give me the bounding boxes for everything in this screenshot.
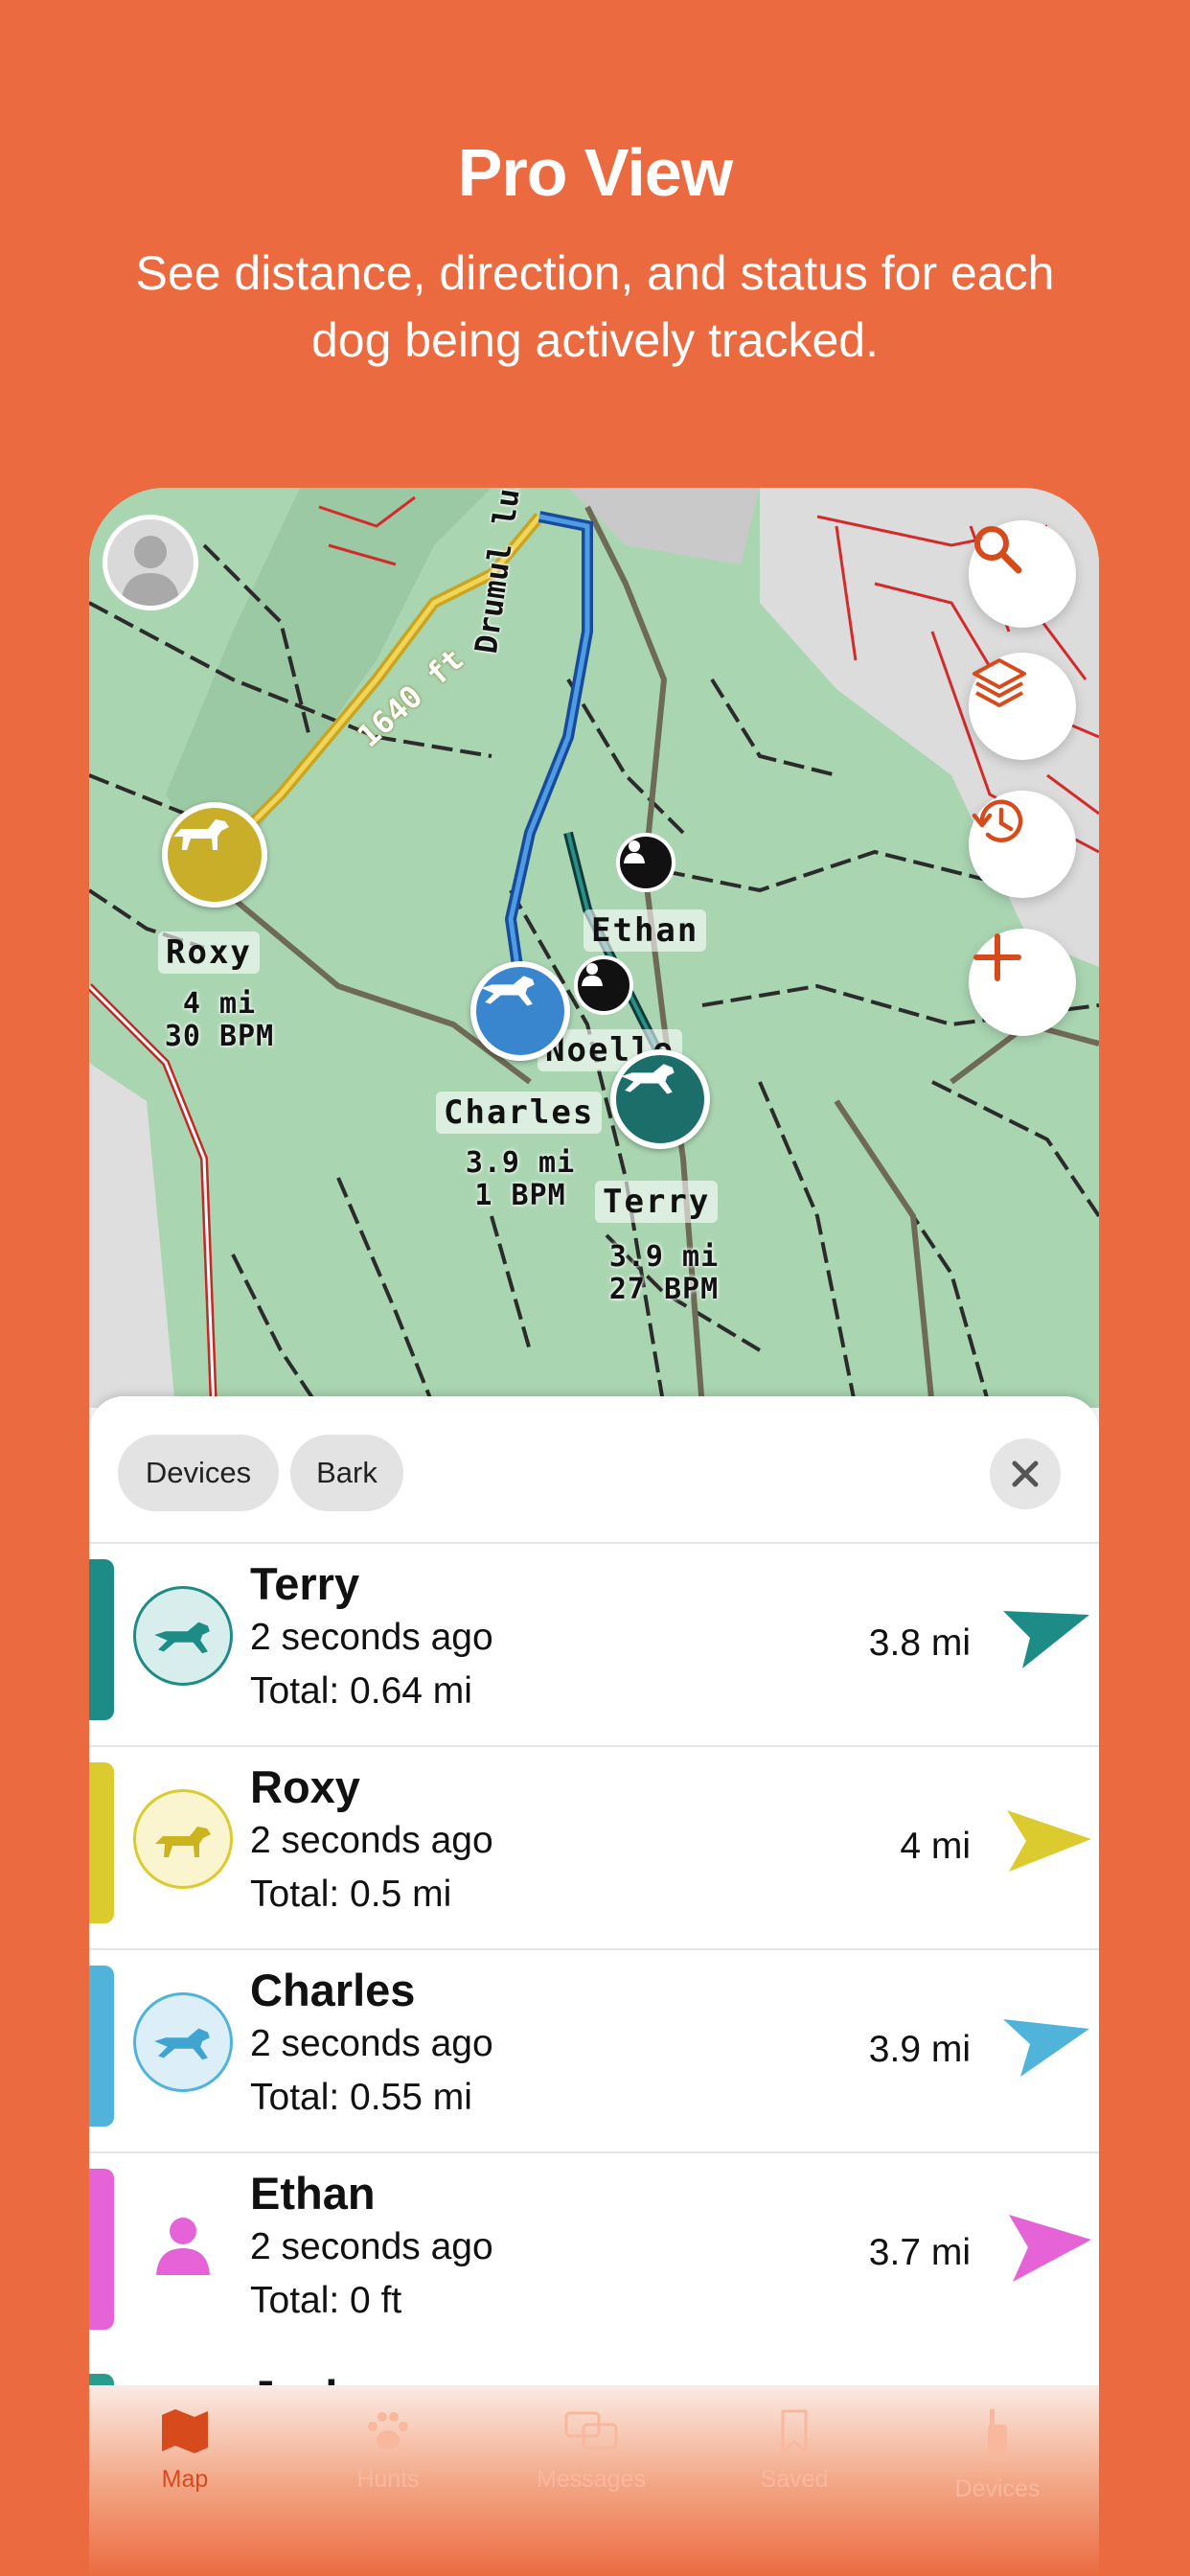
map-marker-noelle[interactable] [574,955,633,1015]
history-button[interactable] [969,791,1076,898]
tab-label: Map [161,2466,209,2493]
map-icon [162,2409,208,2453]
map-marker-ethan[interactable] [616,833,675,892]
item-name: Roxy [250,1761,360,1812]
direction-arrow-icon [1003,2019,1089,2077]
color-bar [89,1966,114,2127]
dog-avatar [133,1789,233,1889]
history-icon [972,799,1023,842]
tab-devices[interactable]: Devices [902,2407,1093,2503]
item-name: Ethan [250,2168,376,2219]
layers-icon [973,658,1026,707]
avatar-icon [121,536,180,606]
close-sheet-button[interactable] [990,1438,1061,1509]
person-avatar [133,2196,233,2295]
layers-button[interactable] [969,653,1076,760]
list-item-charles[interactable]: Charles 2 seconds ago Total: 0.55 mi 3.9… [89,1948,1099,2151]
map-marker-label-ethan: Ethan [584,909,707,952]
paw-icon [368,2412,408,2450]
item-updated: 2 seconds ago [250,2226,493,2267]
tab-label: Saved [760,2466,829,2493]
chip-devices[interactable]: Devices [118,1435,279,1511]
close-icon [1012,1460,1039,1487]
item-total: Total: 0.55 mi [250,2077,472,2118]
dog-avatar [133,1992,233,2092]
tab-label: Devices [954,2475,1041,2502]
map-marker-charles[interactable] [470,961,570,1061]
page-subheadline: See distance, direction, and status for … [135,246,1055,367]
list-item-ethan[interactable]: Ethan 2 seconds ago Total: 0 ft 3.7 mi [89,2151,1099,2355]
map-marker-label-terry: Terry [595,1181,719,1223]
item-distance: 3.9 mi [868,2029,971,2070]
list-item-terry[interactable]: Terry 2 seconds ago Total: 0.64 mi 3.8 m… [89,1542,1099,1745]
item-name: Terry [250,1558,360,1609]
dog-icon [154,2028,210,2060]
dog-icon [173,819,229,850]
add-button[interactable] [969,929,1076,1036]
chip-bark[interactable]: Bark [290,1435,403,1511]
map-marker-roxy[interactable] [162,802,267,908]
map-marker-terry[interactable] [610,1049,710,1149]
direction-arrow-icon [1007,1810,1091,1872]
direction-arrow-icon [1009,2215,1091,2282]
search-button[interactable] [969,520,1076,628]
item-updated: 2 seconds ago [250,2023,493,2064]
search-icon [974,526,1022,574]
dog-avatar [133,1586,233,1686]
device-icon [988,2409,1007,2461]
color-bar [89,2169,114,2330]
map-marker-detail-charles: 3.9 mi 1 BPM [465,1146,576,1212]
item-distance: 3.7 mi [868,2232,971,2273]
color-bar [89,1762,114,1923]
tab-map[interactable]: Map [89,2407,281,2494]
person-icon [582,963,603,986]
tab-messages[interactable]: Messages [495,2407,687,2494]
direction-arrow-icon [1003,1611,1089,1668]
list-item-roxy[interactable]: Roxy 2 seconds ago Total: 0.5 mi 4 mi [89,1745,1099,1948]
item-distance: 3.8 mi [868,1622,971,1664]
item-distance: 4 mi [900,1826,971,1867]
map-marker-detail-roxy: 4 mi 30 BPM [164,987,275,1053]
color-bar [89,1559,114,1720]
person-icon [624,840,645,863]
item-updated: 2 seconds ago [250,1617,493,1658]
tab-hunts[interactable]: Hunts [292,2407,484,2494]
messages-icon [564,2411,618,2450]
profile-avatar-button[interactable] [103,515,198,610]
phone-screen: 1640 ft Drumul lui Pater Roxy 4 mi 30 BP… [89,488,1099,2576]
dog-icon [621,1064,675,1094]
page-headline: Pro View [457,135,733,210]
topo-map[interactable]: 1640 ft Drumul lui Pater Roxy 4 mi 30 BP… [89,488,1099,1408]
plus-icon [973,933,1021,981]
person-icon [156,2218,210,2275]
map-marker-label-charles: Charles [436,1092,603,1134]
item-total: Total: 0.64 mi [250,1670,472,1712]
dog-icon [481,976,535,1006]
item-total: Total: 0 ft [250,2280,402,2321]
tab-label: Hunts [356,2466,420,2493]
tab-saved[interactable]: Saved [698,2407,890,2494]
dog-icon [155,1827,211,1857]
tab-label: Messages [537,2466,646,2493]
item-total: Total: 0.5 mi [250,1874,452,1915]
tab-bar: Map Hunts Messages Saved Devices [89,2385,1099,2576]
map-marker-detail-terry: 3.9 mi 27 BPM [608,1240,720,1306]
item-updated: 2 seconds ago [250,1820,493,1861]
dog-icon [154,1622,210,1654]
bookmark-icon [781,2409,808,2453]
map-marker-label-roxy: Roxy [158,932,260,974]
item-name: Charles [250,1965,416,2015]
